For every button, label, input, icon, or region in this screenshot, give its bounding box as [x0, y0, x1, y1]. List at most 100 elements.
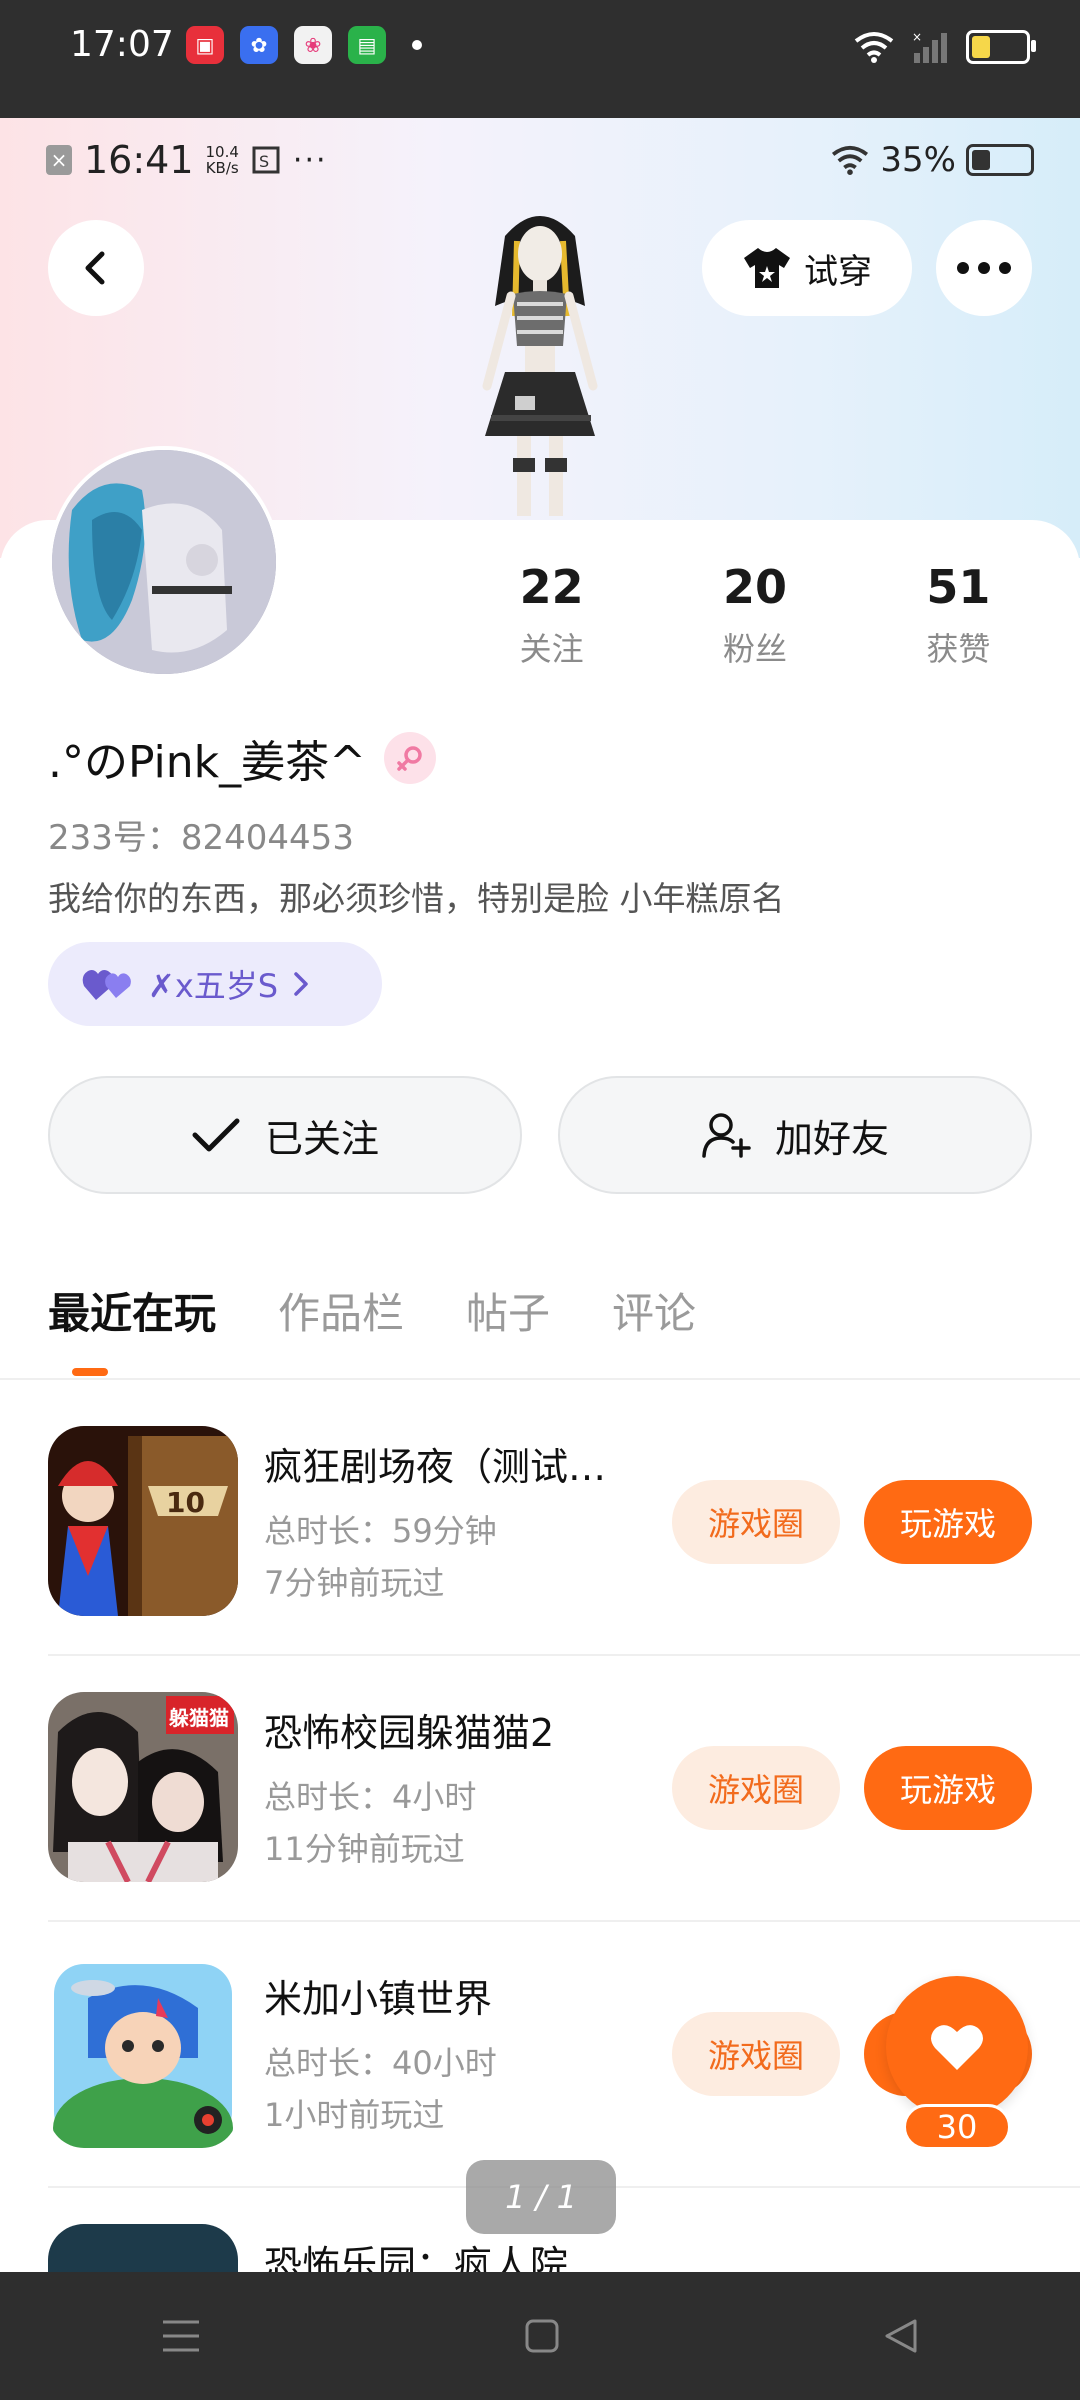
game-last-played: 11分钟前玩过	[264, 1830, 465, 1868]
system-status-bar: 17:07 ▣ ✿ ❀ ▤ ×	[0, 0, 1080, 118]
add-friend-label: 加好友	[774, 1116, 889, 1161]
app-red-icon: ▣	[186, 26, 224, 64]
stat-followers[interactable]: 20 粉丝	[653, 560, 856, 670]
followed-button[interactable]: 已关注	[48, 1076, 522, 1194]
system-time: 17:07	[70, 24, 174, 65]
stat-following-count: 22	[519, 560, 584, 614]
play-game-button[interactable]: 玩游戏	[864, 1746, 1032, 1830]
embedded-battery-icon	[966, 144, 1034, 176]
tab-comments[interactable]: 评论	[612, 1280, 696, 1341]
game-icon-miga-town[interactable]	[48, 1958, 238, 2148]
avatar[interactable]	[48, 446, 280, 678]
wifi-icon	[854, 32, 894, 63]
game-title: 疯狂剧场夜（测试…	[264, 1445, 607, 1489]
profile-stats: 22 关注 20 粉丝 51 获赞	[450, 560, 1060, 670]
game-title: 米加小镇世界	[264, 1977, 493, 2021]
game-circle-button[interactable]: 游戏圈	[672, 1746, 840, 1830]
checkmark-icon	[192, 1118, 240, 1152]
more-notifications-dot	[412, 40, 422, 50]
stat-likes-count: 51	[926, 560, 991, 614]
add-friend-button[interactable]: 加好友	[558, 1076, 1032, 1194]
username-row: .°のPink_姜茶^	[48, 726, 437, 790]
embedded-battery-level	[972, 150, 990, 170]
game-duration: 总时长：40小时	[264, 2044, 497, 2082]
system-indicators: ×	[854, 30, 1036, 64]
game-icon-horror-park[interactable]	[48, 2224, 238, 2272]
stat-followers-count: 20	[722, 560, 787, 614]
followed-label: 已关注	[264, 1116, 379, 1161]
stat-following[interactable]: 22 关注	[450, 560, 653, 670]
embedded-battery-percent: 35%	[880, 140, 956, 180]
embedded-wifi-icon	[832, 145, 869, 175]
like-count: 30	[903, 2104, 1011, 2150]
baidu-paw-icon: ✿	[240, 26, 278, 64]
more-notifications-icon: ···	[292, 142, 328, 178]
embedded-status-bar: × 16:41 10.4 KB/s S ··· 35%	[46, 138, 1034, 182]
stat-likes-label: 获赞	[926, 630, 991, 668]
svg-text:×: ×	[912, 31, 922, 44]
user-id: 233号：82404453	[48, 818, 354, 858]
chevron-right-icon	[294, 972, 308, 996]
profile-tabs: 最近在玩 作品栏 帖子 评论	[48, 1280, 696, 1341]
game-circle-button[interactable]: 游戏圈	[672, 1480, 840, 1564]
game-icon-badge: 10	[166, 1486, 205, 1519]
network-speed: 10.4 KB/s	[206, 144, 239, 176]
back-button[interactable]	[48, 220, 144, 316]
notification-icons: ▣ ✿ ❀ ▤	[186, 26, 422, 64]
system-navigation-bar	[0, 2272, 1080, 2400]
try-on-button[interactable]: 试穿	[702, 220, 912, 316]
game-icon-horror-school[interactable]: 躲猫猫	[48, 1692, 238, 1882]
play-game-button[interactable]: 玩游戏	[864, 1480, 1032, 1564]
app-green-icon: ▤	[348, 26, 386, 64]
page-indicator: 1 / 1	[466, 2160, 616, 2234]
row-divider	[48, 1920, 1080, 1922]
game-duration: 总时长：59分钟	[264, 1512, 497, 1550]
club-chip[interactable]: ✗x五岁S	[48, 942, 382, 1026]
game-list-item[interactable]: 10 疯狂剧场夜（测试… 总时长：59分钟 7分钟前玩过 游戏圈 玩游戏	[48, 1426, 1032, 1616]
game-duration: 总时长：4小时	[264, 1778, 477, 1816]
stat-following-label: 关注	[519, 630, 584, 668]
like-button[interactable]	[886, 1976, 1028, 2118]
female-gender-icon	[384, 732, 437, 784]
menu-icon[interactable]	[161, 2318, 201, 2354]
app-colorful-icon: ❀	[294, 26, 332, 64]
ellipsis-icon	[957, 262, 1011, 274]
game-icon-crazy-theater[interactable]: 10	[48, 1426, 238, 1616]
game-title: 恐怖校园躲猫猫2	[264, 1711, 555, 1755]
tshirt-icon	[744, 248, 790, 288]
username: .°のPink_姜茶^	[48, 737, 367, 788]
screenshot-icon: S	[252, 146, 280, 174]
tab-posts[interactable]: 帖子	[466, 1280, 550, 1341]
embedded-time: 16:41	[84, 138, 194, 182]
avatar-3d-figure[interactable]	[445, 196, 635, 526]
row-divider	[48, 1654, 1080, 1656]
system-battery-icon	[966, 30, 1036, 64]
avatar-image	[52, 450, 276, 674]
game-last-played: 1小时前玩过	[264, 2096, 445, 2134]
chevron-left-icon	[85, 251, 105, 285]
heart-icon	[931, 2025, 983, 2070]
game-last-played: 7分钟前玩过	[264, 1564, 445, 1602]
club-name: ✗x五岁S	[148, 967, 279, 1005]
network-speed-unit: KB/s	[205, 159, 239, 177]
back-triangle-icon[interactable]	[883, 2318, 919, 2354]
tab-works[interactable]: 作品栏	[278, 1280, 404, 1341]
user-bio: 我给你的东西，那必须珍惜，特别是脸 小年糕原名	[48, 879, 785, 918]
tab-divider	[0, 1378, 1080, 1380]
active-tab-indicator	[72, 1368, 108, 1376]
game-list-item[interactable]: 躲猫猫 恐怖校园躲猫猫2 总时长：4小时 11分钟前玩过 游戏圈 玩游戏	[48, 1692, 1032, 1882]
game-circle-button[interactable]: 游戏圈	[672, 2012, 840, 2096]
game-list-item[interactable]: 米加小镇世界 总时长：40小时 1小时前玩过 游戏圈 玩游戏	[48, 1958, 1032, 2148]
home-icon[interactable]	[524, 2318, 560, 2354]
more-options-button[interactable]	[936, 220, 1032, 316]
close-notification-icon: ×	[46, 145, 72, 175]
stat-likes[interactable]: 51 获赞	[857, 560, 1060, 670]
game-title: 恐怖乐园：疯人院…	[264, 2243, 607, 2272]
add-user-icon	[702, 1113, 751, 1158]
svg-text:S: S	[259, 152, 269, 171]
system-battery-level	[972, 36, 990, 58]
stat-followers-label: 粉丝	[722, 630, 787, 668]
try-on-label: 试穿	[804, 251, 872, 292]
game-icon-badge: 躲猫猫	[169, 1706, 229, 1730]
tab-recently-played[interactable]: 最近在玩	[48, 1280, 216, 1341]
